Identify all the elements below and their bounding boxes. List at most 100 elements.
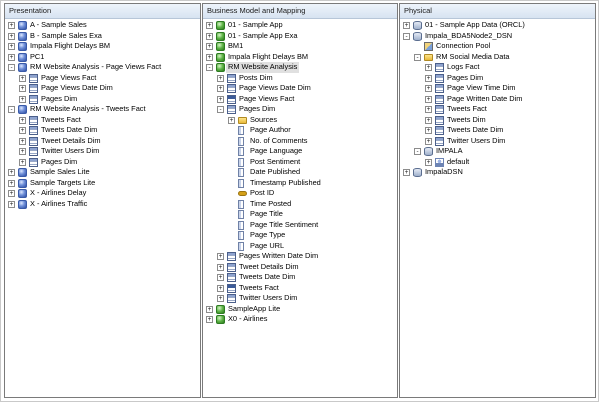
tree-item[interactable]: + Tweets Date Dim bbox=[203, 272, 397, 283]
tree-item[interactable]: Connection Pool bbox=[400, 41, 595, 52]
tree-item[interactable]: Page Title Sentiment bbox=[203, 220, 397, 231]
expand-toggle-icon[interactable]: + bbox=[228, 116, 235, 124]
expand-toggle-icon[interactable]: + bbox=[217, 295, 224, 302]
expand-toggle-icon[interactable]: + bbox=[403, 22, 410, 29]
tree-item[interactable]: - Impala_BDA5Node2_DSN bbox=[400, 31, 595, 42]
tree-item[interactable]: + Pages Dim bbox=[5, 157, 200, 168]
expand-toggle-icon[interactable]: + bbox=[8, 169, 15, 176]
tree-item[interactable]: Page URL bbox=[203, 241, 397, 252]
tree-item[interactable]: Page Language bbox=[203, 146, 397, 157]
tree-item[interactable]: + ImpalaDSN bbox=[400, 167, 595, 178]
tree-item[interactable]: Time Posted bbox=[203, 199, 397, 210]
expand-toggle-icon[interactable]: + bbox=[217, 95, 224, 103]
tree-item[interactable]: +01 - Sample App Data (ORCL) bbox=[400, 20, 595, 31]
expand-toggle-icon[interactable]: + bbox=[8, 179, 15, 187]
expand-toggle-icon[interactable]: + bbox=[206, 316, 213, 323]
tree-item[interactable]: +01 - Sample App bbox=[203, 20, 397, 31]
tree-item[interactable]: + Tweets Fact bbox=[5, 115, 200, 126]
tree-item[interactable]: - Pages Dim bbox=[203, 104, 397, 115]
tree-item[interactable]: - RM Social Media Data bbox=[400, 52, 595, 63]
tree-item[interactable]: + Sources bbox=[203, 115, 397, 126]
expand-toggle-icon[interactable]: + bbox=[217, 74, 224, 82]
collapse-toggle-icon[interactable]: - bbox=[8, 64, 15, 71]
tree-item[interactable]: Post ID bbox=[203, 188, 397, 199]
tree-item[interactable]: + Page View Time Dim bbox=[400, 83, 595, 94]
expand-toggle-icon[interactable]: + bbox=[206, 43, 213, 50]
expand-toggle-icon[interactable]: + bbox=[206, 53, 213, 61]
tree-item[interactable]: + Twitter Users Dim bbox=[400, 136, 595, 147]
expand-toggle-icon[interactable]: + bbox=[425, 85, 432, 92]
expand-toggle-icon[interactable]: + bbox=[19, 127, 26, 134]
tree-item[interactable]: Date Published bbox=[203, 167, 397, 178]
expand-toggle-icon[interactable]: + bbox=[217, 85, 224, 92]
expand-toggle-icon[interactable]: + bbox=[8, 200, 15, 208]
tree-item[interactable]: + Page Views Date Dim bbox=[203, 83, 397, 94]
expand-toggle-icon[interactable]: + bbox=[425, 95, 432, 103]
tree-item[interactable]: Page Author bbox=[203, 125, 397, 136]
tree-item[interactable]: + Tweets Fact bbox=[203, 283, 397, 294]
expand-toggle-icon[interactable]: + bbox=[19, 85, 26, 92]
expand-toggle-icon[interactable]: + bbox=[217, 263, 224, 271]
expand-toggle-icon[interactable]: + bbox=[8, 22, 15, 29]
tree-item[interactable]: + Tweets Date Dim bbox=[400, 125, 595, 136]
tree-item[interactable]: Timestamp Published bbox=[203, 178, 397, 189]
tree-item[interactable]: + Tweet Details Dim bbox=[203, 262, 397, 273]
collapse-toggle-icon[interactable]: - bbox=[217, 106, 224, 113]
collapse-toggle-icon[interactable]: - bbox=[414, 53, 421, 61]
expand-toggle-icon[interactable]: + bbox=[206, 22, 213, 29]
tree-item[interactable]: + Sample Targets Lite bbox=[5, 178, 200, 189]
tree-item[interactable]: +01 - Sample App Exa bbox=[203, 31, 397, 42]
tree-item[interactable]: + Impala Flight Delays BM bbox=[203, 52, 397, 63]
tree-item[interactable]: + Impala Flight Delays BM bbox=[5, 41, 200, 52]
expand-toggle-icon[interactable]: + bbox=[217, 274, 224, 281]
tree-item[interactable]: + B - Sample Sales Exa bbox=[5, 31, 200, 42]
collapse-toggle-icon[interactable]: - bbox=[8, 106, 15, 113]
tree-item[interactable]: - RM Website Analysis - Tweets Fact bbox=[5, 104, 200, 115]
tree-item[interactable]: No. of Comments bbox=[203, 136, 397, 147]
expand-toggle-icon[interactable]: + bbox=[425, 106, 432, 113]
expand-toggle-icon[interactable]: + bbox=[8, 190, 15, 197]
collapse-toggle-icon[interactable]: - bbox=[403, 32, 410, 40]
expand-toggle-icon[interactable]: + bbox=[19, 116, 26, 124]
expand-toggle-icon[interactable]: + bbox=[217, 253, 224, 260]
expand-toggle-icon[interactable]: + bbox=[19, 74, 26, 82]
tree-item[interactable]: + Pages Dim bbox=[5, 94, 200, 105]
expand-toggle-icon[interactable]: + bbox=[425, 116, 432, 124]
tree-item[interactable]: + Tweet Details Dim bbox=[5, 136, 200, 147]
collapse-toggle-icon[interactable]: - bbox=[414, 148, 421, 155]
expand-toggle-icon[interactable]: + bbox=[425, 127, 432, 134]
expand-toggle-icon[interactable]: + bbox=[19, 95, 26, 103]
tree-item[interactable]: + Page Written Date Dim bbox=[400, 94, 595, 105]
tree-item[interactable]: + X - Airlines Delay bbox=[5, 188, 200, 199]
expand-toggle-icon[interactable]: + bbox=[425, 74, 432, 82]
tree-item[interactable]: + A - Sample Sales bbox=[5, 20, 200, 31]
expand-toggle-icon[interactable]: + bbox=[403, 169, 410, 176]
tree-item[interactable]: + default bbox=[400, 157, 595, 168]
tree-item[interactable]: + X - Airlines Traffic bbox=[5, 199, 200, 210]
tree-item[interactable]: + Page Views Fact bbox=[203, 94, 397, 105]
tree-item[interactable]: + PC1 bbox=[5, 52, 200, 63]
tree-item[interactable]: + Posts Dim bbox=[203, 73, 397, 84]
expand-toggle-icon[interactable]: + bbox=[425, 137, 432, 145]
tree-item[interactable]: - RM Website Analysis bbox=[203, 62, 397, 73]
expand-toggle-icon[interactable]: + bbox=[19, 148, 26, 155]
tree-item[interactable]: - RM Website Analysis - Page Views Fact bbox=[5, 62, 200, 73]
expand-toggle-icon[interactable]: + bbox=[217, 284, 224, 292]
tree-item[interactable]: + Tweets Fact bbox=[400, 104, 595, 115]
expand-toggle-icon[interactable]: + bbox=[8, 53, 15, 61]
expand-toggle-icon[interactable]: + bbox=[425, 64, 432, 71]
expand-toggle-icon[interactable]: + bbox=[19, 137, 26, 145]
tree-item[interactable]: + BM1 bbox=[203, 41, 397, 52]
expand-toggle-icon[interactable]: + bbox=[19, 158, 26, 166]
expand-toggle-icon[interactable]: + bbox=[206, 305, 213, 313]
expand-toggle-icon[interactable]: + bbox=[425, 158, 432, 166]
tree-item[interactable]: - IMPALA bbox=[400, 146, 595, 157]
tree-item[interactable]: + Tweets Dim bbox=[400, 115, 595, 126]
expand-toggle-icon[interactable]: + bbox=[206, 32, 213, 40]
collapse-toggle-icon[interactable]: - bbox=[206, 64, 213, 71]
tree-item[interactable]: + Twitter Users Dim bbox=[5, 146, 200, 157]
tree-item[interactable]: + Pages Written Date Dim bbox=[203, 251, 397, 262]
tree-item[interactable]: + Twitter Users Dim bbox=[203, 293, 397, 304]
tree-item[interactable]: + X0 - Airlines bbox=[203, 314, 397, 325]
tree-item[interactable]: Page Type bbox=[203, 230, 397, 241]
